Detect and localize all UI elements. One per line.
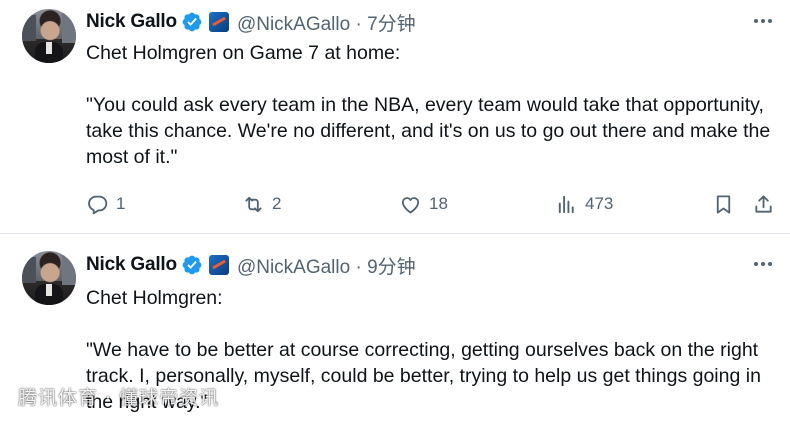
verified-badge-icon bbox=[182, 255, 202, 275]
analytics-icon bbox=[558, 195, 574, 213]
team-logo-icon bbox=[208, 12, 229, 32]
tweet-header: Nick Gallo @NickAGallo · 9分钟 bbox=[86, 252, 416, 279]
bookmark-button[interactable] bbox=[712, 189, 735, 219]
reply-count: 1 bbox=[116, 194, 126, 213]
handle-and-time[interactable]: @NickAGallo · 7分钟 bbox=[237, 9, 416, 36]
view-count: 473 bbox=[585, 194, 614, 213]
tweet-header: Nick Gallo @NickAGallo · 7分钟 bbox=[86, 9, 416, 36]
handle-and-time[interactable]: @NickAGallo · 9分钟 bbox=[237, 252, 416, 279]
like-button[interactable]: 18 bbox=[399, 189, 448, 219]
avatar[interactable] bbox=[22, 251, 76, 305]
tweet-1[interactable]: Nick Gallo @NickAGallo · 7分钟 Chet Holmgr… bbox=[0, 0, 790, 233]
like-count: 18 bbox=[429, 194, 448, 213]
team-logo-icon bbox=[208, 255, 229, 275]
tweet-text-intro: Chet Holmgren on Game 7 at home: bbox=[86, 42, 401, 64]
reply-button[interactable]: 1 bbox=[86, 189, 125, 219]
action-bar: 1 2 18 473 bbox=[86, 189, 780, 219]
watermark: 腾讯体育 · 懂球帝资讯 bbox=[18, 387, 220, 409]
verified-badge-icon bbox=[182, 12, 202, 32]
heart-icon bbox=[401, 196, 420, 213]
tweet-text: Chet Holmgren on Game 7 at home: "You co… bbox=[86, 40, 776, 170]
avatar[interactable] bbox=[22, 9, 76, 63]
tweet-text-intro: Chet Holmgren: bbox=[86, 287, 223, 309]
more-options-icon[interactable] bbox=[752, 12, 774, 30]
views-button[interactable]: 473 bbox=[555, 189, 613, 219]
retweet-button[interactable]: 2 bbox=[242, 189, 281, 219]
share-icon bbox=[755, 194, 772, 213]
reply-icon bbox=[88, 195, 108, 214]
tweet-text-quote: "You could ask every team in the NBA, ev… bbox=[86, 94, 776, 168]
more-options-icon[interactable] bbox=[752, 255, 774, 273]
share-button[interactable] bbox=[752, 189, 775, 219]
author-name[interactable]: Nick Gallo bbox=[86, 11, 177, 33]
retweet-count: 2 bbox=[272, 194, 282, 213]
bookmark-icon bbox=[716, 194, 731, 214]
author-name[interactable]: Nick Gallo bbox=[86, 254, 177, 276]
retweet-icon bbox=[245, 196, 262, 212]
